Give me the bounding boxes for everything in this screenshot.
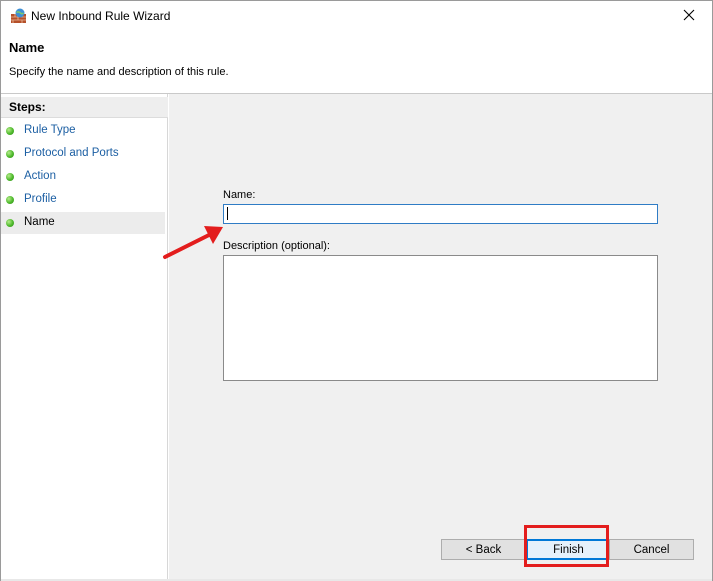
step-item-profile[interactable]: Profile bbox=[1, 189, 165, 211]
page-header: Name Specify the name and description of… bbox=[1, 31, 712, 93]
name-input[interactable] bbox=[223, 204, 658, 224]
step-label: Name bbox=[24, 216, 55, 228]
step-label: Action bbox=[24, 170, 56, 182]
content-panel: Name: Description (optional): < Back Fin… bbox=[169, 94, 712, 581]
description-label: Description (optional): bbox=[223, 240, 330, 252]
cancel-button[interactable]: Cancel bbox=[609, 539, 694, 560]
wizard-window: New Inbound Rule Wizard Name Specify the… bbox=[0, 0, 713, 581]
close-icon bbox=[683, 9, 695, 24]
page-description: Specify the name and description of this… bbox=[9, 66, 229, 78]
step-status-icon bbox=[6, 127, 14, 135]
description-input[interactable] bbox=[223, 255, 658, 381]
steps-panel: Steps: Rule Type Protocol and Ports Acti… bbox=[1, 94, 168, 581]
step-status-icon bbox=[6, 219, 14, 227]
step-item-name[interactable]: Name bbox=[1, 212, 165, 234]
title-bar: New Inbound Rule Wizard bbox=[1, 1, 712, 31]
step-label: Rule Type bbox=[24, 124, 76, 136]
step-item-rule-type[interactable]: Rule Type bbox=[1, 120, 165, 142]
step-status-icon bbox=[6, 173, 14, 181]
step-status-icon bbox=[6, 196, 14, 204]
step-item-action[interactable]: Action bbox=[1, 166, 165, 188]
page-title: Name bbox=[9, 40, 45, 55]
window-title: New Inbound Rule Wizard bbox=[31, 9, 171, 23]
finish-highlight-box bbox=[524, 525, 609, 567]
steps-heading: Steps: bbox=[1, 97, 168, 118]
step-label: Protocol and Ports bbox=[24, 147, 119, 159]
step-item-protocol-and-ports[interactable]: Protocol and Ports bbox=[1, 143, 165, 165]
back-button[interactable]: < Back bbox=[441, 539, 526, 560]
name-label: Name: bbox=[223, 189, 256, 201]
close-button[interactable] bbox=[666, 1, 712, 31]
step-label: Profile bbox=[24, 193, 57, 205]
firewall-icon bbox=[10, 8, 27, 24]
text-caret bbox=[227, 207, 228, 220]
annotation-arrow-icon bbox=[163, 226, 223, 259]
step-status-icon bbox=[6, 150, 14, 158]
